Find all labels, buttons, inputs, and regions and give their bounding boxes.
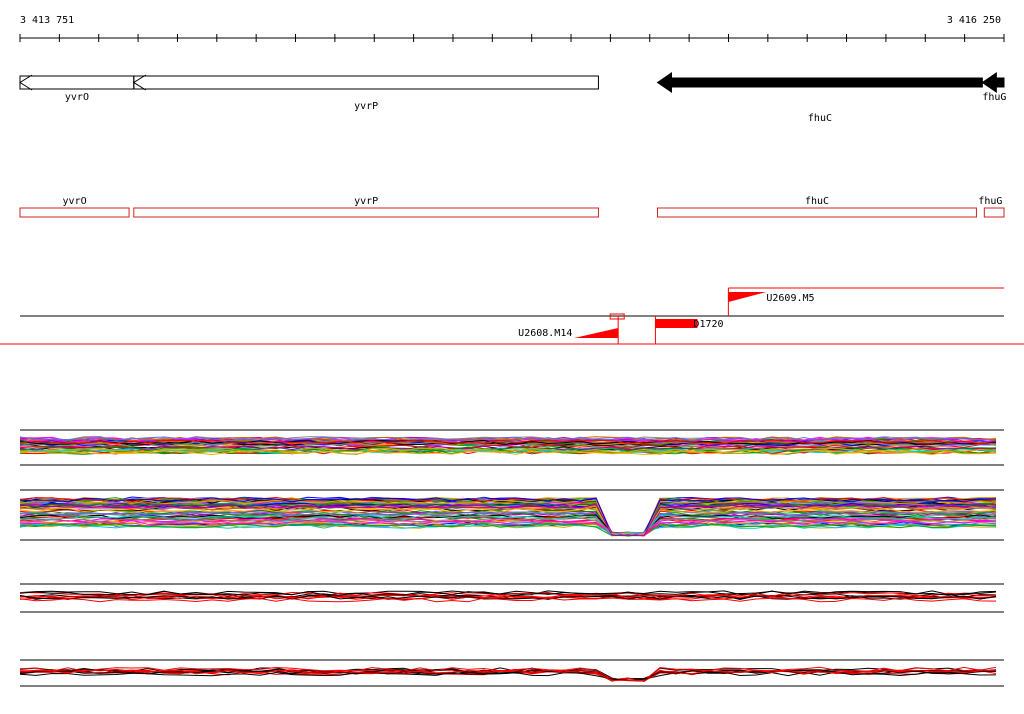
gene-arrow-head <box>19 74 33 91</box>
gene-arrow-filled <box>656 72 983 93</box>
gene-annotation-track: yvrO yvrP fhuC fhuG <box>19 72 1006 124</box>
gene-annotation-label: yvrO <box>65 92 89 103</box>
gene-feature-track: yvrO yvrP fhuC fhuG <box>19 196 1005 218</box>
transcription-unit-track: U2609.M5 U2608.M14 D1720 <box>0 287 1024 345</box>
gene-annotation-label: fhuG <box>982 92 1006 103</box>
gene-feature-box <box>656 207 977 218</box>
tu-block <box>655 319 698 328</box>
gene-feature-fhuC: fhuC <box>656 196 977 218</box>
gene-feature-yvrO: yvrO <box>19 196 130 218</box>
gene-annotation-yvrP: yvrP <box>132 74 599 112</box>
gene-feature-label: yvrP <box>354 196 378 207</box>
gene-arrow-outline <box>133 75 599 90</box>
transcription-unit-u2608-m14: U2608.M14 <box>518 313 625 344</box>
gene-arrow-filled <box>981 72 1005 93</box>
gene-feature-box <box>19 207 130 218</box>
tu-label: D1720 <box>693 319 723 330</box>
gene-annotation-yvrO: yvrO <box>19 74 135 103</box>
gene-arrow-outline <box>19 75 135 90</box>
profile-line <box>19 522 997 537</box>
gene-annotation-label: fhuC <box>808 113 832 124</box>
transcription-unit-u2609-m5: U2609.M5 <box>727 287 1004 316</box>
gene-annotation-label: yvrP <box>354 101 378 112</box>
expression-profile-tracks <box>19 429 1004 687</box>
profile-group-2 <box>19 489 1004 541</box>
gene-arrow-head <box>132 74 147 91</box>
profile-group-1 <box>19 429 1004 466</box>
gene-feature-label: fhuG <box>978 196 1002 207</box>
tu-flag <box>728 292 767 302</box>
tu-label: U2608.M14 <box>518 328 572 339</box>
ruler-end-label: 3 416 250 <box>947 15 1001 26</box>
gene-feature-label: yvrO <box>63 196 87 207</box>
genome-browser-viewer: 3 413 751 3 416 250 yvrO yvrP fhuC fhuG yvr… <box>0 15 1024 687</box>
tu-label: U2609.M5 <box>766 293 814 304</box>
gene-feature-box <box>133 207 599 218</box>
ruler-start-label: 3 413 751 <box>20 15 74 26</box>
gene-annotation-fhuC: fhuC <box>656 72 983 124</box>
gene-feature-box <box>983 207 1005 218</box>
coordinate-ruler: 3 413 751 3 416 250 <box>19 15 1005 42</box>
gene-feature-fhuG: fhuG <box>978 196 1005 218</box>
profile-group-4 <box>19 659 1004 687</box>
tu-flag <box>574 328 619 338</box>
gene-annotation-fhuG: fhuG <box>981 72 1006 103</box>
gene-feature-yvrP: yvrP <box>133 196 599 218</box>
profile-group-3 <box>19 583 1004 613</box>
transcription-unit-d1720: D1720 <box>654 316 724 344</box>
gene-feature-label: fhuC <box>805 196 829 207</box>
